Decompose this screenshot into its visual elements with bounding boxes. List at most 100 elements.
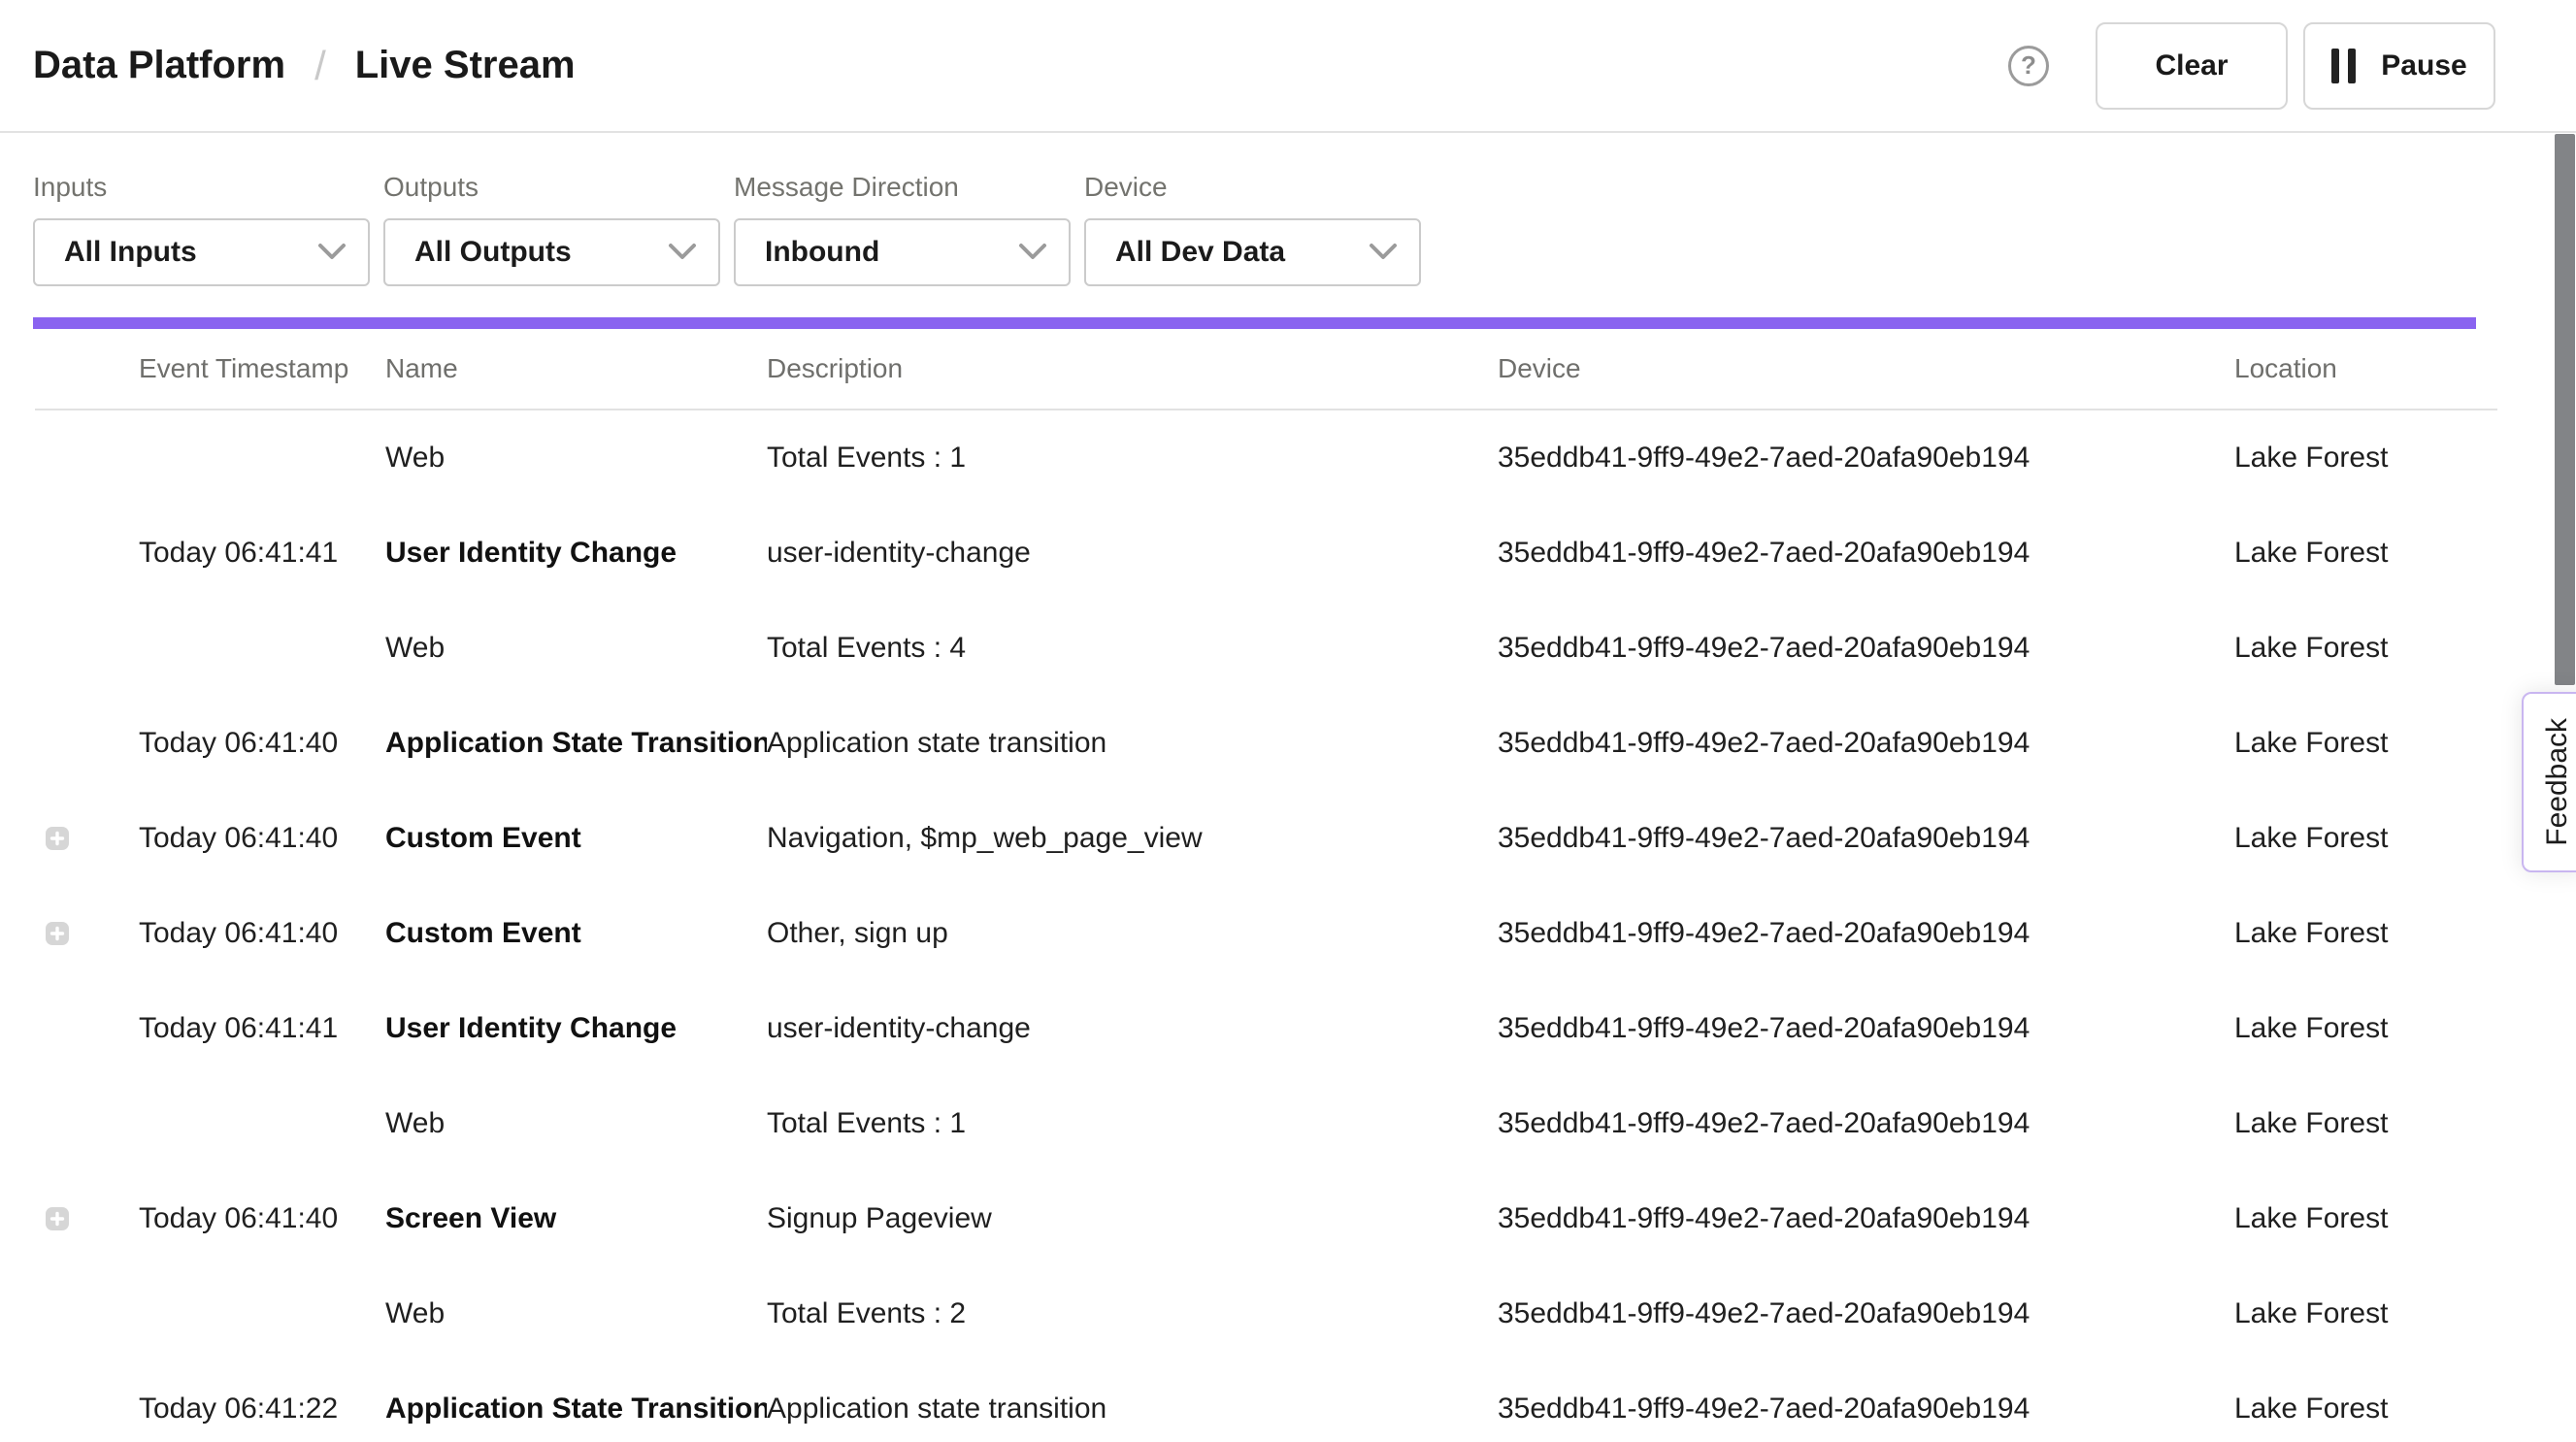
event-description: user-identity-change [767, 537, 1498, 570]
plus-icon [46, 922, 69, 945]
filter-message-direction: Message Direction Inbound [734, 172, 1071, 286]
event-description: Total Events : 1 [767, 442, 1498, 475]
event-device: 35eddb41-9ff9-49e2-7aed-20afa90eb194 [1498, 727, 2234, 760]
event-name: Web [385, 442, 767, 475]
inputs-select-value: All Inputs [64, 236, 197, 269]
event-name: Web [385, 1107, 767, 1140]
filter-label: Message Direction [734, 172, 1071, 203]
event-timestamp: Today 06:41:41 [139, 1012, 385, 1045]
event-location: Lake Forest [2234, 1012, 2497, 1045]
event-description: Signup Pageview [767, 1202, 1498, 1235]
event-name: User Identity Change [385, 1012, 767, 1045]
event-location: Lake Forest [2234, 1202, 2497, 1235]
clear-button[interactable]: Clear [2096, 22, 2288, 110]
event-device: 35eddb41-9ff9-49e2-7aed-20afa90eb194 [1498, 442, 2234, 475]
event-description: Other, sign up [767, 917, 1498, 950]
filter-label: Inputs [33, 172, 370, 203]
feedback-tab-label: Feedback [2533, 718, 2574, 846]
event-description: Application state transition [767, 1393, 1498, 1426]
event-device: 35eddb41-9ff9-49e2-7aed-20afa90eb194 [1498, 1202, 2234, 1235]
event-location: Lake Forest [2234, 1297, 2497, 1330]
message-direction-select-value: Inbound [765, 236, 879, 269]
event-name: Application State Transition [385, 1393, 767, 1426]
table-header: Event Timestamp Name Description Device … [35, 329, 2497, 410]
table-row[interactable]: Web Total Events : 4 35eddb41-9ff9-49e2-… [35, 601, 2497, 696]
inputs-select[interactable]: All Inputs [33, 218, 370, 286]
event-device: 35eddb41-9ff9-49e2-7aed-20afa90eb194 [1498, 632, 2234, 665]
event-timestamp: Today 06:41:40 [139, 727, 385, 760]
plus-icon [46, 1207, 69, 1230]
table-row[interactable]: Today 06:41:40 Screen View Signup Pagevi… [35, 1171, 2497, 1266]
chevron-down-icon [668, 243, 697, 262]
breadcrumb-separator: / [314, 43, 326, 89]
column-event-timestamp: Event Timestamp [139, 353, 385, 384]
table-row[interactable]: Web Total Events : 1 35eddb41-9ff9-49e2-… [35, 1076, 2497, 1171]
table-row[interactable]: Today 06:41:40 Application State Transit… [35, 696, 2497, 791]
event-name: Custom Event [385, 822, 767, 855]
chevron-down-icon [1369, 243, 1398, 262]
event-device: 35eddb41-9ff9-49e2-7aed-20afa90eb194 [1498, 1393, 2234, 1426]
app-header: Data Platform / Live Stream ? Clear Paus… [0, 0, 2576, 133]
event-name: User Identity Change [385, 537, 767, 570]
event-description: Total Events : 2 [767, 1297, 1498, 1330]
expand-button[interactable] [46, 827, 69, 850]
column-device: Device [1498, 353, 2234, 384]
event-device: 35eddb41-9ff9-49e2-7aed-20afa90eb194 [1498, 917, 2234, 950]
event-timestamp: Today 06:41:22 [139, 1393, 385, 1426]
help-glyph: ? [2021, 50, 2036, 81]
column-location: Location [2234, 353, 2497, 384]
pause-icon [2331, 49, 2356, 83]
event-description: Navigation, $mp_web_page_view [767, 822, 1498, 855]
device-select[interactable]: All Dev Data [1084, 218, 1421, 286]
table-row[interactable]: Today 06:41:40 Custom Event Other, sign … [35, 886, 2497, 981]
expand-button[interactable] [46, 922, 69, 945]
outputs-select[interactable]: All Outputs [383, 218, 720, 286]
event-device: 35eddb41-9ff9-49e2-7aed-20afa90eb194 [1498, 537, 2234, 570]
event-description: Total Events : 4 [767, 632, 1498, 665]
event-location: Lake Forest [2234, 917, 2497, 950]
event-timestamp: Today 06:41:40 [139, 917, 385, 950]
event-name: Application State Transition [385, 727, 767, 760]
column-name: Name [385, 353, 767, 384]
feedback-tab[interactable]: Feedback [2522, 692, 2576, 872]
event-location: Lake Forest [2234, 1107, 2497, 1140]
event-device: 35eddb41-9ff9-49e2-7aed-20afa90eb194 [1498, 1107, 2234, 1140]
message-direction-select[interactable]: Inbound [734, 218, 1071, 286]
event-device: 35eddb41-9ff9-49e2-7aed-20afa90eb194 [1498, 822, 2234, 855]
pause-button[interactable]: Pause [2303, 22, 2495, 110]
table-row[interactable]: Today 06:41:41 User Identity Change user… [35, 506, 2497, 601]
filter-outputs: Outputs All Outputs [383, 172, 720, 286]
event-name: Web [385, 632, 767, 665]
column-description: Description [767, 353, 1498, 384]
event-name: Screen View [385, 1202, 767, 1235]
accent-bar [33, 317, 2476, 329]
event-description: user-identity-change [767, 1012, 1498, 1045]
event-location: Lake Forest [2234, 1393, 2497, 1426]
table-row[interactable]: Today 06:41:41 User Identity Change user… [35, 981, 2497, 1076]
event-description: Total Events : 1 [767, 1107, 1498, 1140]
table-row[interactable]: Web Total Events : 2 35eddb41-9ff9-49e2-… [35, 1266, 2497, 1361]
event-device: 35eddb41-9ff9-49e2-7aed-20afa90eb194 [1498, 1297, 2234, 1330]
table-row[interactable]: Today 06:41:40 Custom Event Navigation, … [35, 791, 2497, 886]
event-location: Lake Forest [2234, 727, 2497, 760]
event-description: Application state transition [767, 727, 1498, 760]
filter-label: Outputs [383, 172, 720, 203]
event-location: Lake Forest [2234, 822, 2497, 855]
outputs-select-value: All Outputs [414, 236, 572, 269]
breadcrumb-section[interactable]: Data Platform [33, 44, 285, 87]
table-body: Web Total Events : 1 35eddb41-9ff9-49e2-… [0, 410, 2576, 1442]
event-name: Web [385, 1297, 767, 1330]
table-row[interactable]: Web Total Events : 1 35eddb41-9ff9-49e2-… [35, 410, 2497, 506]
filter-device: Device All Dev Data [1084, 172, 1421, 286]
vertical-scrollbar-thumb[interactable] [2555, 134, 2575, 685]
event-timestamp: Today 06:41:40 [139, 1202, 385, 1235]
filter-label: Device [1084, 172, 1421, 203]
event-location: Lake Forest [2234, 537, 2497, 570]
help-icon[interactable]: ? [2008, 46, 2049, 86]
event-name: Custom Event [385, 917, 767, 950]
chevron-down-icon [317, 243, 347, 262]
chevron-down-icon [1018, 243, 1047, 262]
expand-button[interactable] [46, 1207, 69, 1230]
filter-inputs: Inputs All Inputs [33, 172, 370, 286]
table-row[interactable]: Today 06:41:22 Application State Transit… [35, 1361, 2497, 1442]
